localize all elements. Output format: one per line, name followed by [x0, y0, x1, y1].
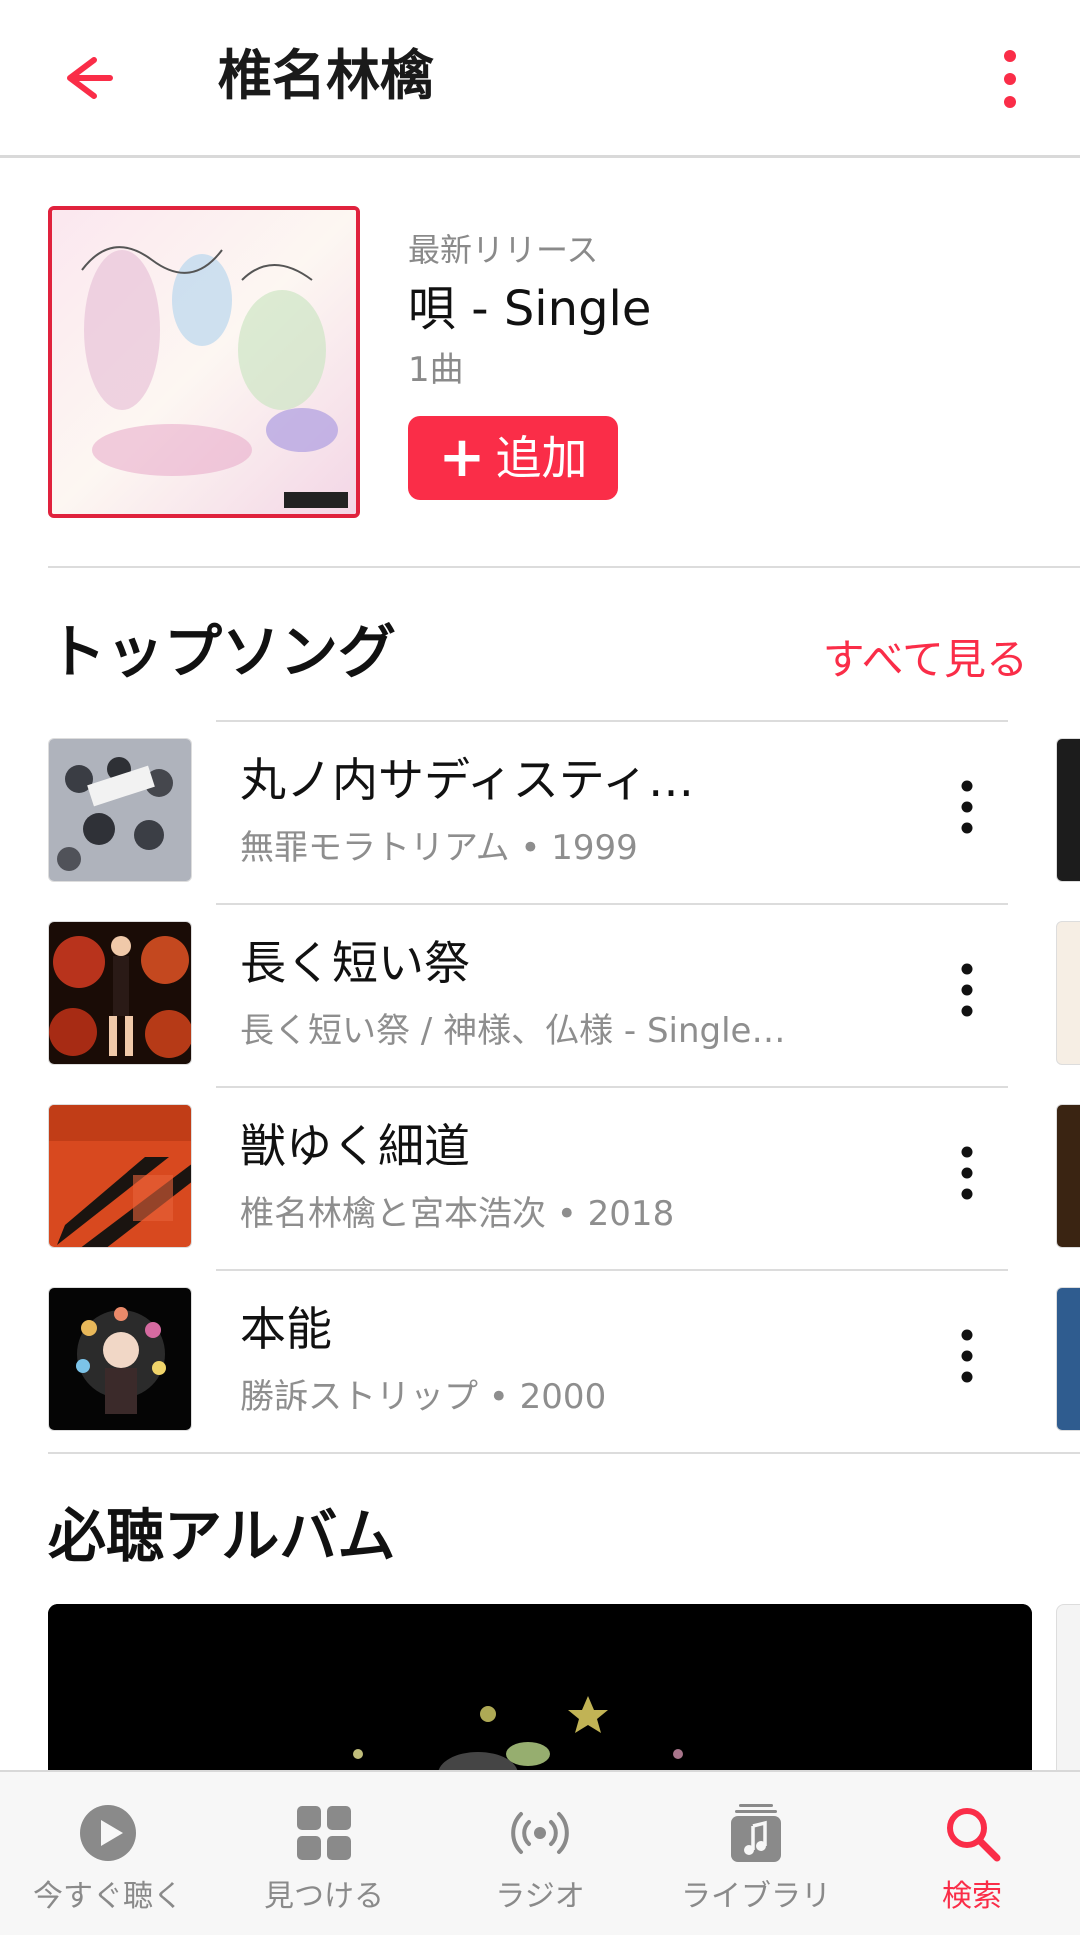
song-artwork: [48, 1104, 192, 1248]
top-songs-heading: トップソング: [48, 618, 397, 686]
tab-listen-now[interactable]: 今すぐ聴く: [0, 1772, 216, 1935]
latest-release-label: 最新リリース: [408, 231, 599, 269]
vertical-dots-icon: [1004, 50, 1016, 108]
row-divider: [216, 720, 1008, 722]
tab-browse[interactable]: 見つける: [216, 1772, 432, 1935]
radio-waves-icon: [511, 1812, 569, 1854]
essential-albums-heading: 必聴アルバム: [48, 1502, 396, 1570]
next-column-artwork: [1056, 738, 1080, 882]
search-icon: [947, 1808, 1001, 1862]
tab-library[interactable]: ライブラリ: [648, 1772, 864, 1935]
song-title: 本能: [240, 1302, 332, 1356]
song-subtitle: 勝訴ストリップ • 2000: [240, 1377, 607, 1417]
see-all-link[interactable]: すべて見る: [823, 630, 1028, 690]
song-row[interactable]: 本能 勝訴ストリップ • 2000: [0, 1269, 1080, 1452]
song-row[interactable]: 長く短い祭 長く短い祭 / 神様、仏様 - Single…: [0, 903, 1080, 1086]
latest-release-section: 最新リリース 唄 - Single 1曲 + 追加: [48, 206, 1080, 568]
latest-release-track-count: 1曲: [408, 350, 464, 390]
song-title: 長く短い祭: [240, 936, 470, 990]
song-more-button[interactable]: [950, 1138, 984, 1208]
music-library-icon: [731, 1804, 781, 1862]
song-artwork: [48, 921, 192, 1065]
song-subtitle: 椎名林檎と宮本浩次 • 2018: [240, 1194, 675, 1234]
row-divider: [216, 1269, 1008, 1271]
vertical-dots-icon: [961, 1146, 973, 1200]
plus-icon: +: [438, 425, 486, 490]
song-more-button[interactable]: [950, 955, 984, 1025]
tab-label: ライブラリ: [681, 1879, 831, 1914]
tab-bar: 今すぐ聴く 見つける ラジオ ライブラリ 検索: [0, 1770, 1080, 1935]
song-more-button[interactable]: [950, 1321, 984, 1391]
tab-label: ラジオ: [495, 1879, 585, 1914]
song-title: 獣ゆく細道: [240, 1119, 470, 1173]
tab-label: 見つける: [264, 1879, 384, 1914]
song-row[interactable]: 丸ノ内サディスティ… 無罪モラトリアム • 1999: [0, 720, 1080, 903]
add-button[interactable]: + 追加: [408, 416, 618, 500]
app-header: 椎名林檎: [0, 0, 1080, 158]
next-column-artwork: [1056, 1287, 1080, 1431]
song-title: 丸ノ内サディスティ…: [240, 753, 695, 807]
latest-release-title[interactable]: 唄 - Single: [408, 276, 651, 342]
arrow-left-icon: [67, 57, 113, 99]
play-circle-icon: [80, 1805, 136, 1861]
song-subtitle: 無罪モラトリアム • 1999: [240, 828, 638, 868]
section-divider: [48, 1452, 1080, 1454]
tab-radio[interactable]: ラジオ: [432, 1772, 648, 1935]
song-more-button[interactable]: [950, 772, 984, 842]
song-artwork: [48, 738, 192, 882]
page-title: 椎名林檎: [218, 44, 434, 107]
latest-release-artwork[interactable]: [48, 206, 360, 518]
row-divider: [216, 1086, 1008, 1088]
grid-icon: [297, 1806, 351, 1860]
tab-label: 検索: [942, 1879, 1002, 1914]
vertical-dots-icon: [961, 963, 973, 1017]
vertical-dots-icon: [961, 780, 973, 834]
next-column-artwork: [1056, 1104, 1080, 1248]
row-divider: [216, 903, 1008, 905]
vertical-dots-icon: [961, 1329, 973, 1383]
more-button[interactable]: [990, 44, 1030, 114]
next-column-artwork: [1056, 921, 1080, 1065]
add-button-label: 追加: [495, 431, 588, 485]
back-button[interactable]: [48, 42, 120, 114]
tab-search[interactable]: 検索: [864, 1772, 1080, 1935]
song-row[interactable]: 獣ゆく細道 椎名林檎と宮本浩次 • 2018: [0, 1086, 1080, 1269]
song-artwork: [48, 1287, 192, 1431]
tab-label: 今すぐ聴く: [33, 1879, 183, 1914]
song-subtitle: 長く短い祭 / 神様、仏様 - Single…: [240, 1011, 786, 1051]
